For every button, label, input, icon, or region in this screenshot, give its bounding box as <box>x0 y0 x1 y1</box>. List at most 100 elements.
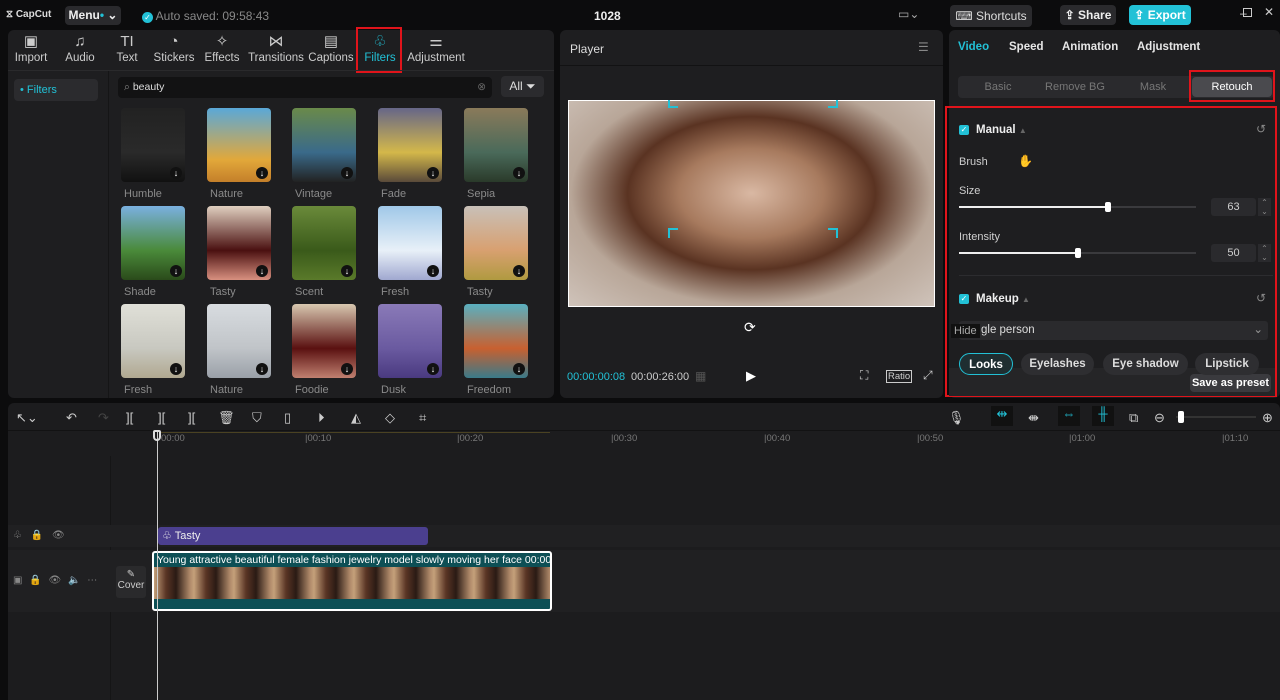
video-clip[interactable]: Young attractive beautiful female fashio… <box>152 551 552 611</box>
eye-icon[interactable]: 👁 <box>52 530 65 541</box>
filter-thumbnail[interactable]: ↓ <box>207 304 271 378</box>
download-icon[interactable]: ↓ <box>170 167 182 179</box>
maximize-button[interactable] <box>1243 8 1252 17</box>
subtab-mask[interactable]: Mask <box>1115 77 1191 97</box>
thumbnail-icon[interactable]: ⧉ <box>1129 410 1138 426</box>
filter-thumbnail[interactable]: ↓ <box>378 206 442 280</box>
size-slider[interactable] <box>959 202 1196 212</box>
layout-icon[interactable]: ▭⌄ <box>898 7 919 21</box>
subtab-retouch[interactable]: Retouch <box>1192 77 1272 97</box>
inspector-tab-adjustment[interactable]: Adjustment <box>1137 41 1200 53</box>
search-input[interactable]: ⌕ beauty ⊗ <box>118 77 492 98</box>
person-select[interactable]: gle person ⌄ <box>959 321 1268 340</box>
download-icon[interactable]: ↓ <box>513 167 525 179</box>
download-icon[interactable]: ↓ <box>170 265 182 277</box>
clear-search-icon[interactable]: ⊗ <box>477 77 486 98</box>
filter-thumbnail[interactable]: ↓ <box>121 108 185 182</box>
menu-button[interactable]: Menu• ⌄ <box>65 6 121 25</box>
size-stepper-icon[interactable]: ⌃ ⌄ <box>1258 198 1271 216</box>
manual-title[interactable]: Manual ▲ <box>976 124 1027 136</box>
download-icon[interactable]: ↓ <box>256 363 268 375</box>
makeup-chip-lipstick[interactable]: Lipstick <box>1195 353 1259 375</box>
filter-clip[interactable]: ♧ Tasty <box>158 527 428 545</box>
zoom-out-icon[interactable]: ⊖ <box>1154 410 1165 426</box>
rotate-icon[interactable]: ◇ <box>385 410 395 426</box>
lock-icon[interactable]: 🔒 <box>31 530 43 541</box>
share-button[interactable]: ⇪ Share <box>1060 5 1116 25</box>
intensity-slider-handle[interactable] <box>1074 248 1081 258</box>
download-icon[interactable]: ↓ <box>427 167 439 179</box>
redo-icon[interactable]: ↷ <box>98 410 109 426</box>
eye-icon[interactable]: 👁 <box>48 575 61 586</box>
fit-zoom-icon[interactable]: ⛶ <box>860 368 868 383</box>
download-icon[interactable]: ↓ <box>341 167 353 179</box>
download-icon[interactable]: ↓ <box>256 265 268 277</box>
export-button[interactable]: ⇪ Export <box>1129 5 1191 25</box>
filter-thumbnail[interactable]: ↓ <box>464 304 528 378</box>
split-icon[interactable]: ][ <box>126 410 133 425</box>
inspector-tab-animation[interactable]: Animation <box>1062 41 1118 53</box>
split-right-icon[interactable]: ][ <box>188 410 195 425</box>
lock-icon[interactable]: 🔒 <box>29 575 41 586</box>
brush-icon[interactable]: ✋ <box>1018 154 1033 168</box>
download-icon[interactable]: ↓ <box>256 167 268 179</box>
timeline-grid-icon[interactable]: ▦ <box>695 369 706 383</box>
split-left-icon[interactable]: ][ <box>158 410 165 425</box>
inspector-tab-video[interactable]: Video <box>958 41 989 53</box>
download-icon[interactable]: ↓ <box>513 363 525 375</box>
shortcuts-button[interactable]: ⌨ Shortcuts <box>950 5 1032 27</box>
filter-thumbnail[interactable]: ↓ <box>292 304 356 378</box>
filter-thumbnail[interactable]: ↓ <box>292 108 356 182</box>
tab-transitions[interactable]: ⋈ Transitions <box>246 32 306 64</box>
auto-snap-icon[interactable]: ⇼ <box>1028 410 1039 426</box>
playhead-handle[interactable] <box>153 430 161 441</box>
subtab-remove-bg[interactable]: Remove BG <box>1037 77 1113 97</box>
download-icon[interactable]: ↓ <box>513 265 525 277</box>
zoom-slider-handle[interactable] <box>1178 411 1184 423</box>
download-icon[interactable]: ↓ <box>341 363 353 375</box>
audio-icon[interactable]: 🔈 <box>68 575 80 586</box>
delete-icon[interactable]: 🗑 <box>218 410 235 426</box>
marker-icon[interactable]: ⛉ <box>252 410 262 426</box>
size-value-input[interactable]: 63 <box>1211 198 1256 216</box>
zoom-in-icon[interactable]: ⊕ <box>1262 410 1273 426</box>
download-icon[interactable]: ↓ <box>170 363 182 375</box>
select-tool-icon[interactable]: ↖⌄ <box>16 410 38 426</box>
download-icon[interactable]: ↓ <box>427 363 439 375</box>
tab-effects[interactable]: ✧ Effects <box>192 32 252 64</box>
filter-thumbnail[interactable]: ↓ <box>121 206 185 280</box>
close-button[interactable]: ✕ <box>1264 5 1274 19</box>
filter-thumbnail[interactable]: ↓ <box>292 206 356 280</box>
freeze-icon[interactable]: ▯ <box>284 410 291 426</box>
mirror-icon[interactable]: ◭ <box>351 410 361 426</box>
size-slider-handle[interactable] <box>1105 202 1112 212</box>
filter-thumbnail[interactable]: ↓ <box>378 108 442 182</box>
filter-thumbnail[interactable]: ↓ <box>207 108 271 182</box>
download-icon[interactable]: ↓ <box>427 265 439 277</box>
intensity-value-input[interactable]: 50 <box>1211 244 1256 262</box>
makeup-reset-icon[interactable]: ↺ <box>1256 291 1266 305</box>
preview-axis-icon[interactable]: ╫ <box>1092 406 1114 426</box>
player-menu-icon[interactable]: ☰ <box>918 40 929 54</box>
video-preview[interactable] <box>568 100 935 307</box>
makeup-title[interactable]: Makeup ▲ <box>976 293 1030 305</box>
filter-category-dropdown[interactable]: All ⏷ <box>501 76 544 97</box>
link-icon[interactable]: ⇔ <box>1058 406 1080 426</box>
tab-filters[interactable]: ♧ Filters <box>350 32 410 64</box>
cover-button[interactable]: ✎ Cover <box>116 566 146 598</box>
intensity-slider[interactable] <box>959 248 1196 258</box>
play-button[interactable]: ▶ <box>746 368 756 384</box>
filter-thumbnail[interactable]: ↓ <box>464 108 528 182</box>
inspector-tab-speed[interactable]: Speed <box>1009 41 1044 53</box>
tab-adjustment[interactable]: ⚌ Adjustment <box>406 32 466 64</box>
makeup-chip-eyelashes[interactable]: Eyelashes <box>1021 353 1094 375</box>
filter-thumbnail[interactable]: ↓ <box>207 206 271 280</box>
main-track-magnet-icon[interactable]: ⇹ <box>991 406 1013 426</box>
filter-thumbnail[interactable]: ↓ <box>464 206 528 280</box>
manual-reset-icon[interactable]: ↺ <box>1256 122 1266 136</box>
save-as-preset-button[interactable]: Save as preset <box>1190 374 1271 392</box>
crop-icon[interactable]: ⌗ <box>419 410 426 426</box>
makeup-checkbox[interactable]: ✓ <box>959 294 969 304</box>
intensity-stepper-icon[interactable]: ⌃ ⌄ <box>1258 244 1271 262</box>
microphone-icon[interactable]: 🎙 <box>948 410 965 426</box>
